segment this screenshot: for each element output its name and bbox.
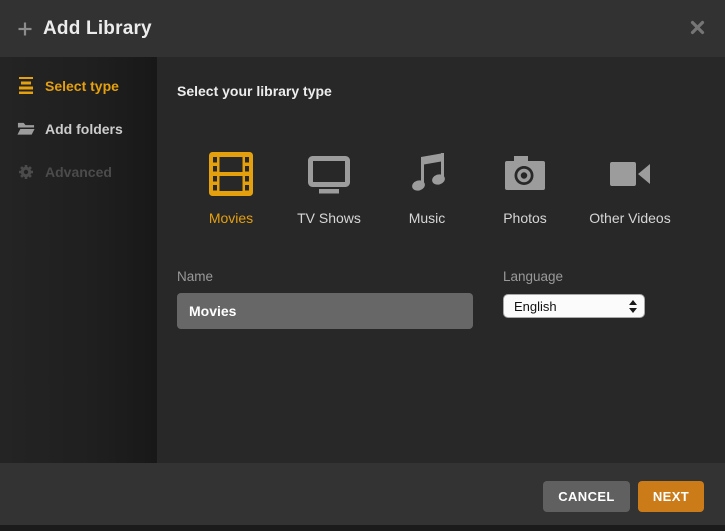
next-button[interactable]: NEXT xyxy=(638,481,704,512)
dialog-header: Add Library xyxy=(0,0,725,57)
sidebar-item-label: Advanced xyxy=(45,164,112,180)
library-type-movies[interactable]: Movies xyxy=(184,152,278,226)
close-icon xyxy=(690,20,705,38)
tv-icon xyxy=(307,152,351,201)
sidebar-item-label: Add folders xyxy=(45,121,123,137)
library-type-other-videos[interactable]: Other Videos xyxy=(576,152,684,226)
folder-icon xyxy=(17,121,35,136)
video-camera-icon xyxy=(608,152,652,201)
language-field-group: Language English xyxy=(503,269,645,318)
sidebar-item-advanced[interactable]: Advanced xyxy=(0,150,157,193)
library-type-label: Music xyxy=(409,210,446,226)
add-library-dialog: Add Library Select type Add folders xyxy=(0,0,725,531)
name-field-label: Name xyxy=(177,269,473,284)
gear-icon xyxy=(17,164,35,180)
language-field-label: Language xyxy=(503,269,645,284)
film-strip-icon xyxy=(209,152,253,201)
library-type-tv-shows[interactable]: TV Shows xyxy=(282,152,376,226)
language-select[interactable]: English xyxy=(503,294,645,318)
library-type-label: TV Shows xyxy=(297,210,361,226)
library-type-music[interactable]: Music xyxy=(380,152,474,226)
close-button[interactable] xyxy=(687,19,707,39)
dialog-footer: CANCEL NEXT xyxy=(0,463,725,525)
music-note-icon xyxy=(405,152,449,201)
library-type-label: Other Videos xyxy=(589,210,670,226)
plus-icon xyxy=(17,21,33,37)
select-arrows-icon xyxy=(629,300,637,318)
library-type-picker: Movies TV Shows xyxy=(184,152,684,226)
sidebar: Select type Add folders xyxy=(0,57,157,463)
camera-icon xyxy=(503,152,547,201)
name-field-group: Name xyxy=(177,269,473,329)
name-input[interactable] xyxy=(177,293,473,329)
sidebar-item-select-type[interactable]: Select type xyxy=(0,64,157,107)
dialog-title: Add Library xyxy=(43,18,152,40)
section-heading: Select your library type xyxy=(177,83,332,99)
language-select-value: English xyxy=(514,299,557,314)
sidebar-item-label: Select type xyxy=(45,78,119,94)
dialog-bottom-edge xyxy=(0,525,725,531)
list-lines-icon xyxy=(17,77,35,94)
library-type-photos[interactable]: Photos xyxy=(478,152,572,226)
library-type-label: Photos xyxy=(503,210,547,226)
cancel-button[interactable]: CANCEL xyxy=(543,481,630,512)
main-panel: Select your library type Movies xyxy=(157,57,725,463)
library-type-label: Movies xyxy=(209,210,253,226)
sidebar-item-add-folders[interactable]: Add folders xyxy=(0,107,157,150)
